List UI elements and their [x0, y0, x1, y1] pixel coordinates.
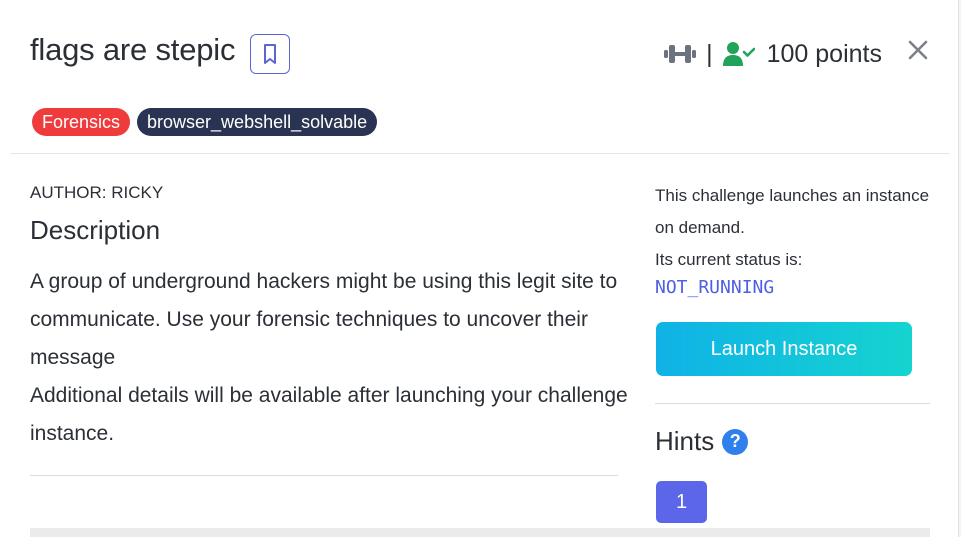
description-divider	[30, 475, 618, 476]
hints-section-heading: Hints ?	[655, 426, 749, 457]
challenge-modal: flags are stepic | 100 points Forensics …	[0, 0, 959, 537]
instance-intro: This challenge launches an instance on d…	[655, 186, 930, 237]
points-label: 100 points	[766, 39, 882, 68]
description-body: A group of underground hackers might be …	[30, 263, 630, 453]
launch-instance-button[interactable]: Launch Instance	[656, 322, 912, 376]
description-paragraph: Additional details will be available aft…	[30, 384, 628, 445]
dumbbell-icon	[664, 45, 697, 63]
tag-category[interactable]: Forensics	[32, 108, 131, 136]
user-check-icon	[722, 42, 755, 66]
challenge-title: flags are stepic	[30, 32, 236, 67]
question-circle-icon[interactable]: ?	[722, 428, 749, 455]
instance-status-label: Its current status is:	[655, 250, 803, 269]
challenge-meta: | 100 points	[664, 34, 882, 74]
bookmark-button[interactable]	[250, 34, 290, 74]
tag-list: Forensics browser_webshell_solvable	[32, 108, 378, 136]
sidebar-divider	[655, 403, 930, 404]
close-icon	[908, 40, 928, 60]
hints-heading: Hints	[655, 426, 715, 456]
bookmark-icon	[264, 44, 276, 64]
header-divider	[10, 153, 950, 154]
description-paragraph: A group of underground hackers might be …	[30, 270, 618, 369]
instance-status-value: NOT_RUNNING	[655, 277, 775, 298]
tag-webshell[interactable]: browser_webshell_solvable	[137, 108, 378, 136]
bottom-panel	[30, 528, 930, 537]
hint-button-1[interactable]: 1	[656, 481, 707, 523]
author-label: AUTHOR: RICKY	[30, 183, 164, 202]
description-heading: Description	[30, 215, 161, 245]
instance-info: This challenge launches an instance on d…	[655, 180, 930, 276]
meta-separator: |	[706, 39, 713, 68]
close-button[interactable]	[904, 36, 932, 64]
